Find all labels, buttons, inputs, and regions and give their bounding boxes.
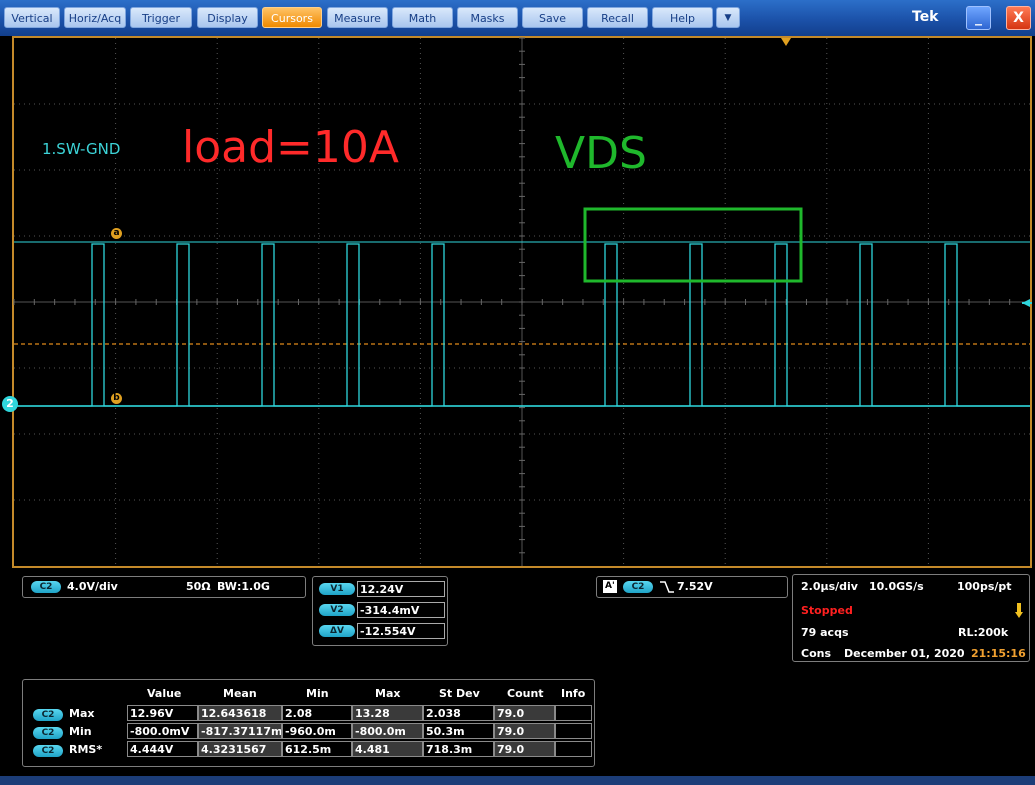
table-cell: 79.0 <box>494 705 555 721</box>
table-cell <box>555 741 592 757</box>
col-header-info: Info <box>561 687 586 700</box>
table-cell: -800.0mV <box>127 723 198 739</box>
table-cell: 4.481 <box>352 741 423 757</box>
acquisition-mode: Cons <box>801 647 832 660</box>
table-cell <box>555 705 592 721</box>
cursor-delta-value: -12.554V <box>357 623 445 639</box>
table-cell <box>555 723 592 739</box>
cursor-readout-panel[interactable]: V1 12.24V V2 -314.4mV ΔV -12.554V <box>312 576 448 646</box>
trigger-panel[interactable]: A' C2 7.52V <box>596 576 788 598</box>
table-cell: 2.08 <box>282 705 352 721</box>
channel-badge: C2 <box>31 581 61 593</box>
col-header-max: Max <box>375 687 401 700</box>
table-cell: 79.0 <box>494 741 555 757</box>
acquisition-time: 21:15:16 <box>971 647 1026 660</box>
table-cell: 12.643618 <box>198 705 282 721</box>
bandwidth-label: BW <box>217 580 237 593</box>
trigger-channel-badge: C2 <box>623 581 653 593</box>
row-max-badge: C2 <box>33 709 63 721</box>
col-header-min: Min <box>306 687 329 700</box>
record-length: RL:200k <box>958 626 1009 639</box>
vds-annotation: VDS <box>555 128 647 179</box>
row-rms-label[interactable]: RMS* <box>69 743 102 756</box>
time-per-div: 2.0µs/div <box>801 580 858 593</box>
bandwidth-value: :1.0G <box>237 580 270 593</box>
col-header-mean: Mean <box>223 687 257 700</box>
table-cell: 718.3m <box>423 741 494 757</box>
channel-scale: 4.0V/div <box>67 580 118 593</box>
row-min-label[interactable]: Min <box>69 725 92 738</box>
table-cell: -817.37117m <box>198 723 282 739</box>
table-cell: 4.3231567 <box>198 741 282 757</box>
resolution: 100ps/pt <box>957 580 1012 593</box>
trigger-position-icon <box>781 38 791 46</box>
channel-impedance: 50Ω <box>186 580 211 593</box>
table-cell: -800.0m <box>352 723 423 739</box>
table-cell: 50.3m <box>423 723 494 739</box>
cursor-b-label[interactable]: b <box>111 393 122 404</box>
table-cell: 12.96V <box>127 705 198 721</box>
waveform-graticule <box>13 37 1032 566</box>
cursor-v2-badge: V2 <box>319 604 355 616</box>
row-max-label[interactable]: Max <box>69 707 94 720</box>
cursor-delta-badge: ΔV <box>319 625 355 637</box>
status-strip <box>0 776 1035 785</box>
falling-edge-icon <box>660 581 674 593</box>
table-cell: 4.444V <box>127 741 198 757</box>
channel-info-panel[interactable]: C2 4.0V/div 50Ω BW :1.0G <box>22 576 306 598</box>
table-cell: -960.0m <box>282 723 352 739</box>
sample-rate: 10.0GS/s <box>869 580 924 593</box>
trigger-source-badge: A' <box>603 580 617 593</box>
cursor-v1-badge: V1 <box>319 583 355 595</box>
cursor-v2-value: -314.4mV <box>357 602 445 618</box>
cursor-v1-value: 12.24V <box>357 581 445 597</box>
col-header-value: Value <box>147 687 182 700</box>
acquisition-date: December 01, 2020 <box>844 647 965 660</box>
channel-label: 1.SW-GND <box>42 140 121 158</box>
channel-2-marker[interactable]: 2 <box>2 396 18 412</box>
trigger-level: 7.52V <box>677 580 713 593</box>
table-cell: 79.0 <box>494 723 555 739</box>
table-cell: 612.5m <box>282 741 352 757</box>
graticule-grid <box>13 37 1030 566</box>
acquisition-panel[interactable]: 2.0µs/div 10.0GS/s 100ps/pt Stopped 79 a… <box>792 574 1030 662</box>
trigger-indicator-icon <box>1015 603 1023 618</box>
load-annotation: load=10A <box>182 122 399 173</box>
col-header-stdev: St Dev <box>439 687 480 700</box>
acquisition-count: 79 acqs <box>801 626 849 639</box>
run-status: Stopped <box>801 604 853 617</box>
col-header-count: Count <box>507 687 544 700</box>
measurement-table[interactable]: Value Mean Min Max St Dev Count Info C2 … <box>22 679 595 767</box>
cursor-a-label[interactable]: a <box>111 228 122 239</box>
row-rms-badge: C2 <box>33 745 63 757</box>
table-cell: 13.28 <box>352 705 423 721</box>
row-min-badge: C2 <box>33 727 63 739</box>
table-cell: 2.038 <box>423 705 494 721</box>
